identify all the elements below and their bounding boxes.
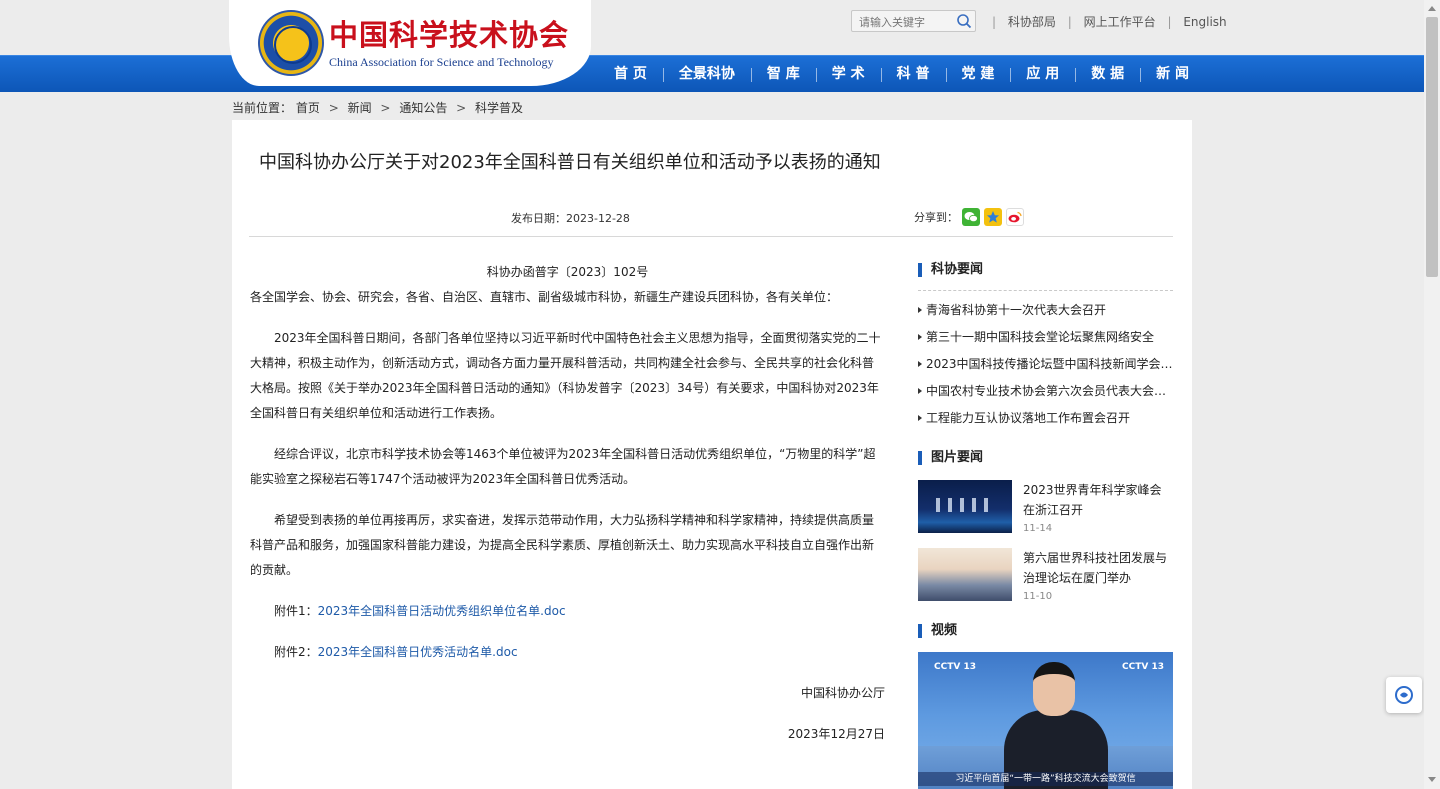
breadcrumb-notices[interactable]: 通知公告: [399, 101, 447, 115]
qzone-star-icon[interactable]: [984, 208, 1002, 226]
picture-news-item[interactable]: 2023世界青年科学家峰会在浙江召开 11-14: [918, 480, 1173, 534]
news-item[interactable]: 青海省科协第十一次代表大会召开: [918, 297, 1173, 324]
share-bar: 分享到：: [914, 208, 1024, 226]
share-label: 分享到：: [914, 211, 958, 224]
news-item[interactable]: 2023中国科技传播论坛暨中国科技新闻学会第九届...: [918, 351, 1173, 378]
picture-news-item[interactable]: 第六届世界科技社团发展与治理论坛在厦门举办 11-10: [918, 548, 1173, 602]
nav-menu: 首 页 全景科协 智 库 学 术 科 普 党 建 应 用 数 据 新 闻: [598, 56, 1205, 93]
cctv-logo: CCTV 13: [1122, 662, 1164, 672]
section-title-pictures: 图片要闻: [918, 448, 1173, 468]
search-input[interactable]: [852, 12, 952, 33]
search-icon[interactable]: [956, 13, 972, 29]
breadcrumb: 当前位置： 首页 > 新闻 > 通知公告 > 科学普及: [232, 99, 523, 116]
nav-item-popular-science[interactable]: 科 普: [880, 56, 946, 93]
link-departments[interactable]: 科协部局: [1008, 15, 1056, 29]
attachment-link-1[interactable]: 2023年全国科普日活动优秀组织单位名单.doc: [318, 604, 566, 618]
news-item[interactable]: 中国农村专业技术协会第六次会员代表大会召开: [918, 378, 1173, 405]
main-navigation: 首 页 全景科协 智 库 学 术 科 普 党 建 应 用 数 据 新 闻: [0, 55, 1424, 92]
logo-english-text: China Association for Science and Techno…: [329, 55, 554, 69]
breadcrumb-home[interactable]: 首页: [296, 101, 320, 115]
nav-item-overview[interactable]: 全景科协: [662, 56, 751, 93]
assistant-float-button[interactable]: [1386, 677, 1422, 713]
divider: |: [992, 15, 997, 29]
picture-thumbnail[interactable]: [918, 548, 1012, 601]
document-number: 科协办函普字〔2023〕102号: [486, 265, 649, 279]
link-work-platform[interactable]: 网上工作平台: [1084, 15, 1156, 29]
site-logo[interactable]: 中国科学技术协会 China Association for Science a…: [229, 0, 591, 86]
news-item[interactable]: 第三十一期中国科技会堂论坛聚焦网络安全: [918, 324, 1173, 351]
publish-date: 发布日期：2023-12-28: [511, 212, 630, 225]
addressee: 各全国学会、协会、研究会，各省、自治区、直辖市、副省级城市科协，新疆生产建设兵团…: [250, 290, 839, 304]
paragraph: 希望受到表扬的单位再接再厉，求实奋进，发挥示范带动作用，大力弘扬科学精神和科学家…: [250, 513, 875, 577]
cast-emblem-icon: [258, 10, 324, 76]
header-divider: [249, 236, 1173, 237]
attachment-link-2[interactable]: 2023年全国科普日优秀活动名单.doc: [318, 645, 518, 659]
attachment-2: 附件2：2023年全国科普日优秀活动名单.doc: [250, 640, 885, 665]
section-title-video: 视频: [918, 621, 1173, 641]
top-links: | 科协部局 | 网上工作平台 | English: [984, 13, 1227, 30]
video-caption: 习近平向首届“一带一路”科技交流大会致贺信: [918, 772, 1173, 786]
video-anchor-head: [1033, 662, 1075, 716]
news-item[interactable]: 工程能力互认协议落地工作布置会召开: [918, 405, 1173, 432]
picture-news-text: 第六届世界科技社团发展与治理论坛在厦门举办 11-10: [1023, 548, 1173, 602]
sign-date: 2023年12月27日: [787, 727, 885, 741]
attachment-1: 附件1：2023年全国科普日活动优秀组织单位名单.doc: [250, 599, 885, 624]
nav-item-data[interactable]: 数 据: [1075, 56, 1140, 93]
signature: 中国科协办公厅: [800, 686, 885, 700]
weibo-icon[interactable]: [1006, 208, 1024, 226]
breadcrumb-science[interactable]: 科学普及: [475, 101, 523, 115]
paragraph: 2023年全国科普日期间，各部门各单位坚持以习近平新时代中国特色社会主义思想为指…: [250, 331, 881, 420]
nav-item-academic[interactable]: 学 术: [815, 56, 881, 93]
picture-news-text: 2023世界青年科学家峰会在浙江召开 11-14: [1023, 480, 1173, 534]
divider: |: [1067, 15, 1072, 29]
video-player[interactable]: CCTV 13 CCTV 13 习近平向首届“一带一路”科技交流大会致贺信: [918, 652, 1173, 789]
assistant-icon: [1395, 686, 1413, 704]
content-panel: 中国科协办公厅关于对2023年全国科普日有关组织单位和活动予以表扬的通知 发布日…: [232, 120, 1192, 789]
divider: |: [1167, 15, 1172, 29]
scroll-down-arrow-icon[interactable]: [1428, 777, 1436, 782]
cctv-logo: CCTV 13: [934, 662, 976, 672]
nav-item-home[interactable]: 首 页: [598, 56, 663, 93]
breadcrumb-separator: >: [328, 101, 339, 115]
nav-item-party[interactable]: 党 建: [945, 56, 1011, 93]
sidebar: 科协要闻 青海省科协第十一次代表大会召开 第三十一期中国科技会堂论坛聚焦网络安全…: [918, 260, 1173, 789]
scrollbar-thumb[interactable]: [1426, 17, 1438, 277]
paragraph: 经综合评议，北京市科学技术协会等1463个单位被评为2023年全国科普日活动优秀…: [250, 447, 876, 486]
picture-news-date: 11-10: [1023, 591, 1053, 602]
picture-news-title[interactable]: 第六届世界科技社团发展与治理论坛在厦门举办: [1023, 548, 1173, 588]
picture-news-date: 11-14: [1023, 523, 1053, 534]
attachment-label: 附件2：: [274, 645, 318, 659]
breadcrumb-label: 当前位置：: [232, 101, 293, 115]
nav-item-news[interactable]: 新 闻: [1140, 56, 1205, 93]
nav-item-applications[interactable]: 应 用: [1010, 56, 1075, 93]
wechat-icon[interactable]: [962, 208, 980, 226]
attachment-label: 附件1：: [274, 604, 318, 618]
article-body: 科协办函普字〔2023〕102号 各全国学会、协会、研究会，各省、自治区、直辖市…: [250, 260, 885, 747]
picture-thumbnail[interactable]: [918, 480, 1012, 533]
logo-chinese-text: 中国科学技术协会: [329, 18, 570, 52]
news-list: 青海省科协第十一次代表大会召开 第三十一期中国科技会堂论坛聚焦网络安全 2023…: [918, 297, 1173, 432]
breadcrumb-news[interactable]: 新闻: [348, 101, 372, 115]
picture-news-title[interactable]: 2023世界青年科学家峰会在浙江召开: [1023, 480, 1173, 520]
section-title-news: 科协要闻: [918, 260, 1173, 280]
section-divider: [918, 290, 1173, 291]
search-box: [851, 10, 976, 33]
breadcrumb-separator: >: [456, 101, 467, 115]
link-english[interactable]: English: [1183, 15, 1226, 29]
article-title: 中国科协办公厅关于对2023年全国科普日有关组织单位和活动予以表扬的通知: [259, 152, 881, 173]
scroll-up-arrow-icon[interactable]: [1428, 6, 1436, 11]
breadcrumb-separator: >: [380, 101, 391, 115]
nav-item-think-tank[interactable]: 智 库: [750, 56, 816, 93]
